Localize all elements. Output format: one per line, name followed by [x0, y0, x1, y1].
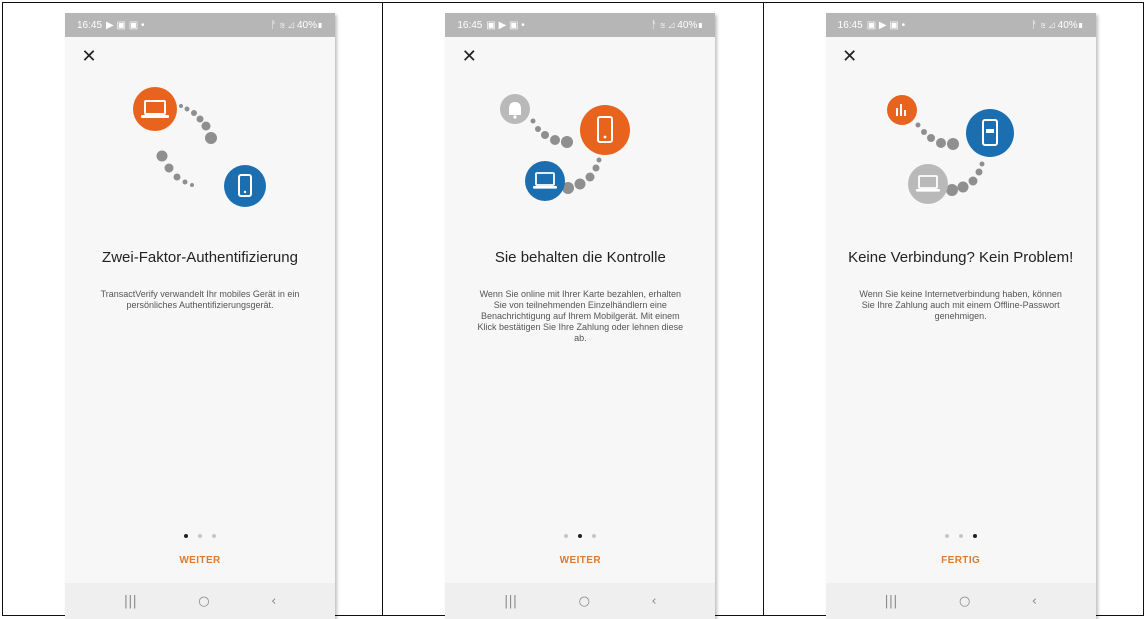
recents-icon[interactable]: |||	[504, 594, 517, 609]
system-status-icons: ᚨ ≋ ⊿ 40%▮	[650, 19, 704, 31]
home-icon[interactable]: ○	[959, 594, 970, 609]
page-dot-3	[972, 534, 977, 538]
page-dot-2	[198, 534, 202, 538]
phone-screen-3: 16:45 ▣ ▶ ▣ • ᚨ ≋ ⊿ 40%▮ ✕ Keine Verbind…	[825, 13, 1096, 619]
page-dot-1	[944, 534, 949, 538]
screen-description: Wenn Sie online mit Ihrer Karte bezahlen…	[477, 289, 684, 343]
page-dot-1	[184, 534, 188, 538]
notification-icons: ▶ ▣ ▣ •	[106, 19, 145, 31]
next-button[interactable]: WEITER	[65, 555, 335, 566]
comparison-table: 16:45 ▶ ▣ ▣ • ᚨ ≋ ⊿ 40%▮ ✕ Zwei-Faktor-A…	[2, 2, 1144, 619]
phone-screen-2: 16:45 ▣ ▶ ▣ • ᚨ ≋ ⊿ 40%▮ ✕ Sie behalten …	[445, 13, 716, 619]
page-indicator	[65, 534, 335, 538]
page-indicator	[826, 534, 1096, 538]
back-icon[interactable]: ‹	[271, 594, 276, 609]
illustration-control	[500, 94, 631, 201]
page-dot-2	[958, 534, 963, 538]
status-time: 16:45	[77, 19, 103, 31]
illustration-offline	[886, 95, 1014, 204]
cell-screen-3: 16:45 ▣ ▶ ▣ • ᚨ ≋ ⊿ 40%▮ ✕ Keine Verbind…	[762, 3, 1143, 619]
back-icon[interactable]: ‹	[651, 594, 656, 609]
smartphone-icon	[224, 165, 266, 207]
screen-description: TransactVerify verwandelt Ihr mobiles Ge…	[100, 289, 300, 310]
recents-icon[interactable]: |||	[884, 594, 897, 609]
home-icon[interactable]: ○	[198, 594, 209, 609]
system-status-icons: ᚨ ≋ ⊿ 40%▮	[1031, 19, 1084, 31]
notification-icons: ▣ ▶ ▣ •	[486, 19, 525, 31]
navigation-bar: ||| ○ ‹	[65, 583, 335, 619]
cell-screen-1: 16:45 ▶ ▣ ▣ • ᚨ ≋ ⊿ 40%▮ ✕ Zwei-Faktor-A…	[3, 3, 382, 619]
page-dot-2	[578, 534, 583, 538]
page-dot-3	[212, 534, 216, 538]
page-dot-3	[592, 534, 597, 538]
screen-title: Sie behalten die Kontrolle	[494, 249, 666, 266]
illustration-two-factor	[133, 87, 266, 207]
status-time: 16:45	[837, 19, 863, 31]
phone-screen-1: 16:45 ▶ ▣ ▣ • ᚨ ≋ ⊿ 40%▮ ✕ Zwei-Faktor-A…	[65, 13, 335, 619]
status-bar: 16:45 ▶ ▣ ▣ • ᚨ ≋ ⊿ 40%▮	[65, 13, 335, 37]
navigation-bar: ||| ○ ‹	[825, 583, 1096, 619]
screen-description: Wenn Sie keine Internetverbindung haben,…	[859, 289, 1062, 321]
recents-icon[interactable]: |||	[124, 594, 137, 609]
next-button[interactable]: WEITER	[445, 555, 715, 566]
page-indicator	[445, 534, 715, 538]
home-icon[interactable]: ○	[579, 594, 590, 609]
smartphone-otp-icon	[965, 109, 1014, 157]
bell-icon	[500, 94, 531, 124]
status-bar: 16:45 ▣ ▶ ▣ • ᚨ ≋ ⊿ 40%▮	[825, 13, 1096, 37]
notification-icons: ▣ ▶ ▣ •	[866, 19, 906, 31]
page-dot-1	[564, 534, 569, 538]
laptop-icon	[907, 164, 948, 204]
smartphone-icon	[580, 105, 631, 155]
system-status-icons: ᚨ ≋ ⊿ 40%▮	[270, 19, 323, 31]
finish-button[interactable]: FERTIG	[826, 555, 1096, 566]
status-time: 16:45	[457, 19, 483, 31]
cell-screen-2: 16:45 ▣ ▶ ▣ • ᚨ ≋ ⊿ 40%▮ ✕ Sie behalten …	[382, 3, 762, 619]
navigation-bar: ||| ○ ‹	[445, 583, 716, 619]
bar-chart-icon	[886, 95, 917, 125]
screen-title: Zwei-Faktor-Authentifizierung	[102, 249, 298, 266]
status-bar: 16:45 ▣ ▶ ▣ • ᚨ ≋ ⊿ 40%▮	[445, 13, 716, 37]
laptop-icon	[525, 161, 566, 201]
back-icon[interactable]: ‹	[1032, 594, 1037, 609]
laptop-icon	[133, 87, 177, 131]
screen-title: Keine Verbindung? Kein Problem!	[848, 249, 1074, 266]
